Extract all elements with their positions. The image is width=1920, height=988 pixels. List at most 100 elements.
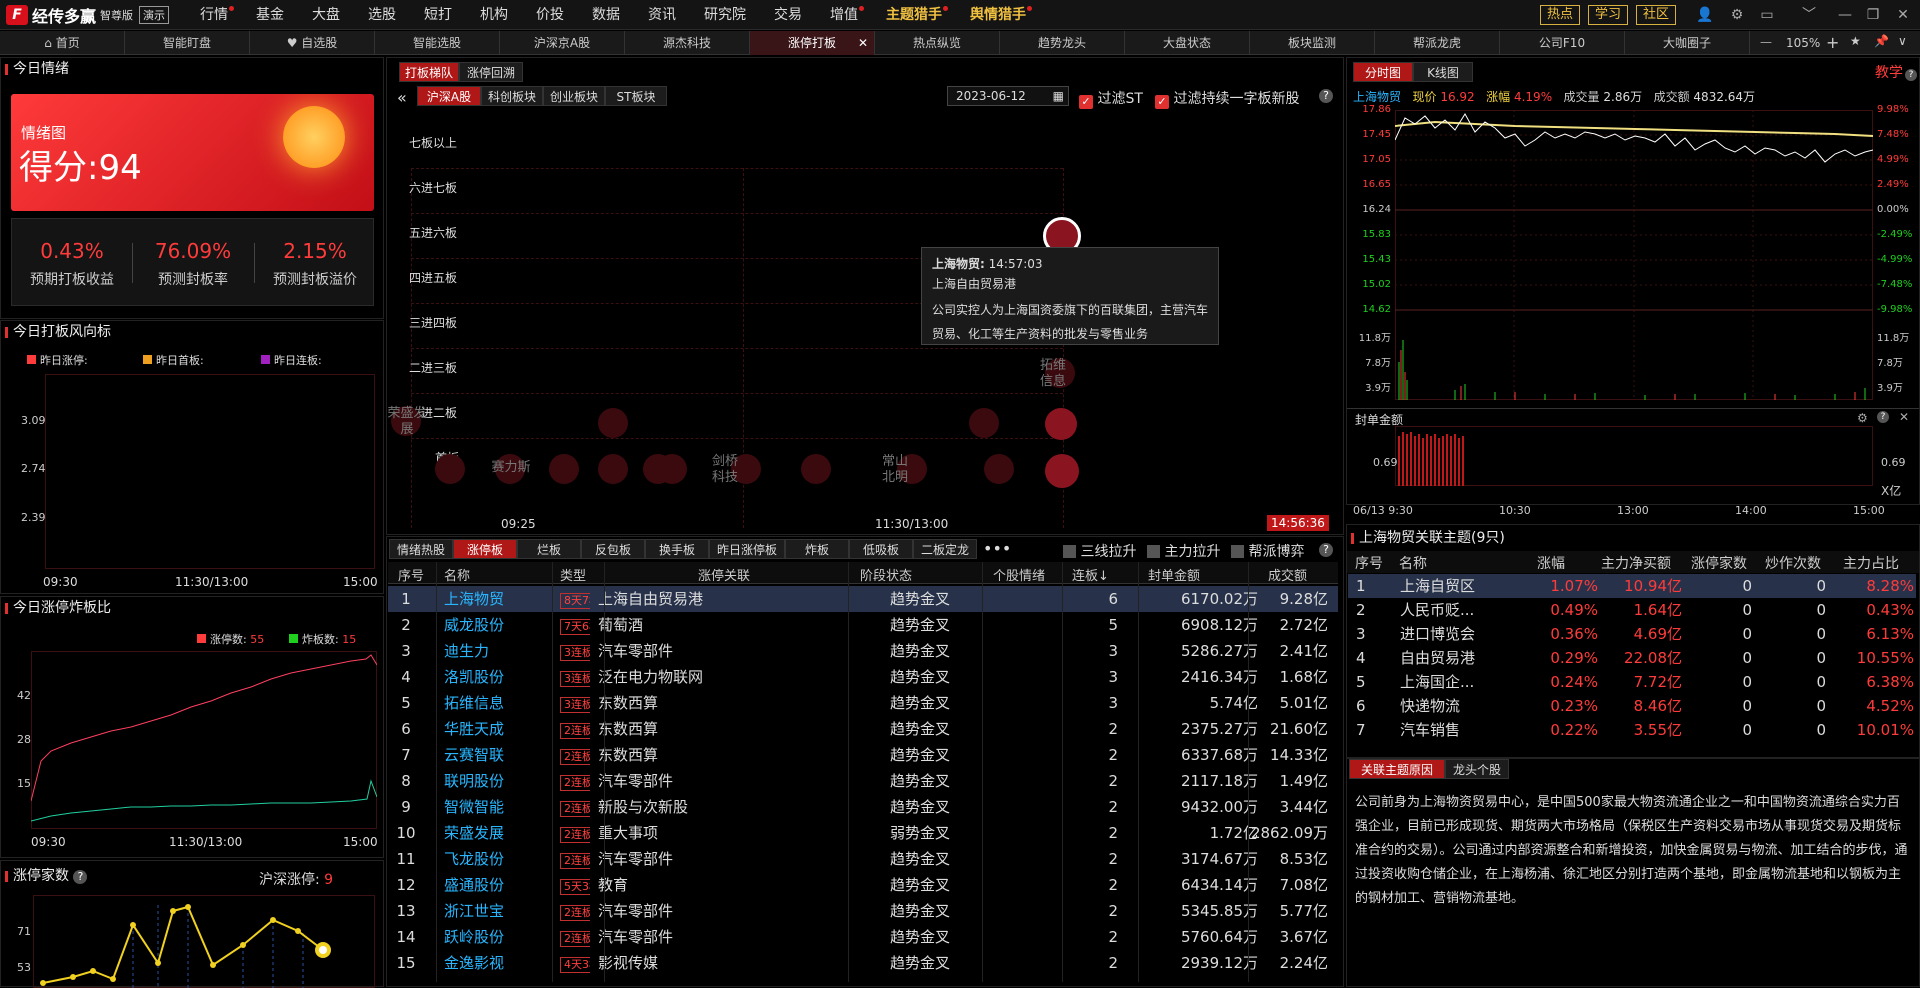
- theme-row[interactable]: 2 人民币贬... 0.49% 1.64亿 0 0 0.43%: [1348, 598, 1916, 622]
- ladder-bubble[interactable]: [801, 454, 831, 484]
- theme-row[interactable]: 5 上海国企... 0.24% 7.72亿 0 0 6.38%: [1348, 670, 1916, 694]
- collapse-icon[interactable]: «: [397, 88, 407, 107]
- tab-limit-review[interactable]: 涨停回溯: [459, 62, 523, 82]
- tab-smart-pick[interactable]: 智能选股: [375, 31, 500, 55]
- menu-item-stock-pick[interactable]: 选股: [354, 0, 410, 30]
- hot-button[interactable]: 热点: [1540, 5, 1581, 25]
- ladder-bubble[interactable]: [549, 454, 579, 484]
- table-row[interactable]: 15金逸影视4天3板影视传媒趋势金叉22939.12万2.24亿: [388, 950, 1338, 976]
- tab-market-status[interactable]: 大盘状态: [1125, 31, 1250, 55]
- tab-st[interactable]: ST板块: [605, 86, 667, 106]
- col-header[interactable]: 封单金额: [1148, 565, 1200, 584]
- menu-item-short-trade[interactable]: 短打: [410, 0, 466, 30]
- more-icon[interactable]: •••: [983, 539, 1011, 558]
- col-header[interactable]: 成交额: [1268, 565, 1307, 584]
- col-header[interactable]: 连板↓: [1072, 565, 1109, 584]
- check-main-force[interactable]: 主力拉升: [1147, 541, 1220, 561]
- theme-row[interactable]: 6 快递物流 0.23% 8.46亿 0 0 4.52%: [1348, 694, 1916, 718]
- col-header[interactable]: 序号: [1355, 553, 1383, 573]
- community-button[interactable]: 社区: [1636, 5, 1677, 25]
- stock-name[interactable]: 上海物贸: [444, 586, 554, 612]
- learn-button[interactable]: 学习: [1588, 5, 1629, 25]
- check-three-line[interactable]: 三线拉升: [1063, 541, 1136, 561]
- theme-row[interactable]: 3 进口博览会 0.36% 4.69亿 0 0 6.13%: [1348, 622, 1916, 646]
- window-icon[interactable]: ▭: [1758, 6, 1776, 24]
- tab-turnover-board[interactable]: 换手板: [645, 539, 709, 559]
- tab-ladder[interactable]: 打板梯队: [399, 62, 459, 82]
- close-icon[interactable]: ✕: [1894, 6, 1912, 24]
- chevron-down-icon[interactable]: ∨: [1898, 34, 1907, 48]
- tab-reverse-board[interactable]: 反包板: [581, 539, 645, 559]
- col-header[interactable]: 序号: [398, 565, 424, 584]
- table-row[interactable]: 1上海物贸8天7板上海自由贸易港趋势金叉66170.02万9.28亿: [388, 586, 1338, 612]
- table-row[interactable]: 10 荣盛发展 2连板 重大事项 弱势金叉 2 1.72亿 2862.09万: [388, 820, 1338, 846]
- restore-icon[interactable]: ❐: [1864, 6, 1882, 24]
- tab-hot-overview[interactable]: 热点纵览: [875, 31, 1000, 55]
- tab-smart-watch[interactable]: 智能盯盘: [125, 31, 250, 55]
- tab-gem[interactable]: 创业板块: [543, 86, 605, 106]
- menu-item-theme-hunter[interactable]: 主题猎手: [872, 0, 956, 30]
- col-header[interactable]: 主力净买额: [1601, 553, 1671, 573]
- menu-item-trade[interactable]: 交易: [760, 0, 816, 30]
- theme-row[interactable]: 1 上海自贸区 1.07% 10.94亿 0 0 8.28%: [1348, 574, 1916, 598]
- chevron-down-icon[interactable]: ﹀: [1800, 6, 1818, 24]
- table-row[interactable]: 8 联明股份 2连板 汽车零部件 趋势金叉 2 2117.18万 1.49亿: [388, 768, 1338, 794]
- ladder-bubble[interactable]: [984, 454, 1014, 484]
- table-row[interactable]: 12盛通股份5天3板教育趋势金叉26434.14万7.08亿: [388, 872, 1338, 898]
- stock-name[interactable]: 金逸影视: [444, 950, 554, 976]
- stock-name[interactable]: 联明股份: [444, 768, 554, 794]
- date-picker[interactable]: 2023-06-12 ▦: [947, 86, 1069, 106]
- zoom-out-icon[interactable]: —: [1760, 35, 1772, 49]
- table-row[interactable]: 11 飞龙股份 2连板 汽车零部件 趋势金叉 2 3174.67万 8.53亿: [388, 846, 1338, 872]
- close-icon[interactable]: ✕: [1899, 410, 1909, 424]
- tab-theme-reason[interactable]: 关联主题原因: [1349, 759, 1445, 779]
- table-row[interactable]: 6 华胜天成 2连板 东数西算 趋势金叉 2 2375.27万 21.60亿: [388, 716, 1338, 742]
- tab-hs-a[interactable]: 沪深A股: [417, 86, 481, 106]
- filter-st-checkbox[interactable]: ✓ 过滤ST: [1079, 88, 1143, 109]
- tab-intraday[interactable]: 分时图: [1353, 62, 1413, 82]
- stock-name[interactable]: 飞龙股份: [444, 846, 554, 872]
- tab-broken-board[interactable]: 炸板: [785, 539, 849, 559]
- tab-rotten-board[interactable]: 烂板: [517, 539, 581, 559]
- tab-hot-sentiment[interactable]: 情绪热股: [389, 539, 453, 559]
- col-header[interactable]: 阶段状态: [860, 565, 912, 584]
- stock-name[interactable]: 荣盛发展: [444, 820, 554, 846]
- tab-f10[interactable]: 公司F10: [1500, 31, 1625, 55]
- minimize-icon[interactable]: —: [1836, 6, 1854, 24]
- quote-stock[interactable]: 上海物贸: [1353, 90, 1401, 104]
- menu-item-value-added[interactable]: 增值: [816, 0, 872, 30]
- teach-link[interactable]: 教学?: [1875, 62, 1917, 82]
- table-row[interactable]: 9 智微智能 2连板 新股与次新股 趋势金叉 2 9432.00万 3.44亿: [388, 794, 1338, 820]
- help-icon[interactable]: ?: [1877, 411, 1889, 423]
- stock-name[interactable]: 盛通股份: [444, 872, 554, 898]
- tab-limit-up[interactable]: 涨停打板 ✕: [750, 31, 875, 55]
- demo-badge[interactable]: 演示: [139, 6, 170, 24]
- filter-newstock-checkbox[interactable]: ✓ 过滤持续一字板新股: [1155, 88, 1315, 109]
- tab-star[interactable]: 科创板块: [481, 86, 543, 106]
- tab-gang-dragon[interactable]: 帮派龙虎: [1375, 31, 1500, 55]
- col-header[interactable]: 涨停家数: [1691, 553, 1747, 573]
- stock-name[interactable]: 华胜天成: [444, 716, 554, 742]
- menu-item-news[interactable]: 资讯: [634, 0, 690, 30]
- table-row[interactable]: 5 拓维信息 3连板 东数西算 趋势金叉 3 5.74亿 5.01亿: [388, 690, 1338, 716]
- ladder-bubble[interactable]: [598, 408, 628, 438]
- table-row[interactable]: 13 浙江世宝 2连板 汽车零部件 趋势金叉 2 5345.85万 5.77亿: [388, 898, 1338, 924]
- tab-a-shares[interactable]: 沪深京A股: [500, 31, 625, 55]
- menu-item-sentiment-hunter[interactable]: 舆情猎手: [956, 0, 1040, 30]
- tab-limit-board[interactable]: 涨停板: [453, 539, 517, 559]
- pin-icon[interactable]: 📌: [1874, 34, 1889, 48]
- stock-name[interactable]: 浙江世宝: [444, 898, 554, 924]
- stock-name[interactable]: 云赛智联: [444, 742, 554, 768]
- tab-second-board[interactable]: 二板定龙: [913, 539, 977, 559]
- menu-item-market[interactable]: 行情: [186, 0, 242, 30]
- tab-kline[interactable]: K线图: [1413, 62, 1473, 82]
- tab-experts[interactable]: 大咖圈子: [1625, 31, 1750, 55]
- tab-low-buy[interactable]: 低吸板: [849, 539, 913, 559]
- tab-home[interactable]: ⌂ 首页: [0, 31, 125, 55]
- menu-item-value[interactable]: 价投: [522, 0, 578, 30]
- ladder-bubble[interactable]: [1045, 408, 1077, 440]
- tab-leader-stocks[interactable]: 龙头个股: [1445, 759, 1509, 779]
- star-icon[interactable]: ★: [1850, 34, 1861, 48]
- stock-name[interactable]: 智微智能: [444, 794, 554, 820]
- col-header[interactable]: 名称: [444, 565, 470, 584]
